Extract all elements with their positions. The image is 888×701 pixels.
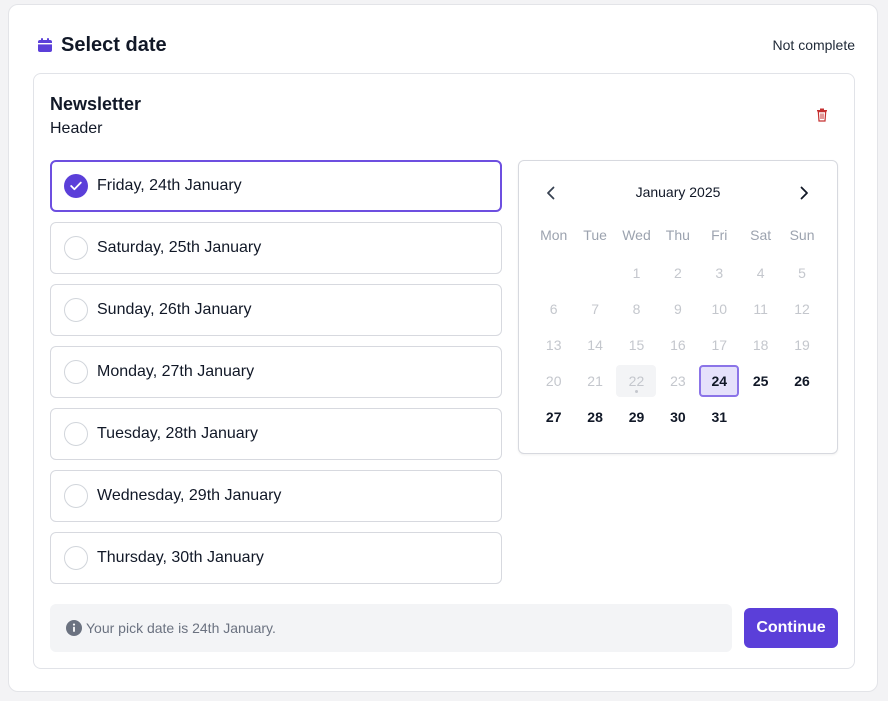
calendar-day: 14: [587, 337, 603, 353]
radio-icon[interactable]: [64, 298, 88, 322]
calendar-week: 20 21 22 23 24 25 26: [533, 365, 823, 401]
calendar-day: 15: [628, 337, 645, 353]
calendar-day: 8: [632, 301, 641, 317]
newsletter-card: Newsletter Header Friday, 24th January S…: [33, 73, 855, 669]
calendar-day: 23: [670, 373, 686, 389]
date-option[interactable]: Saturday, 25th January: [50, 222, 502, 274]
weekday-label: Wed: [622, 227, 651, 243]
select-date-panel: Select date Not complete Newsletter Head…: [8, 4, 878, 692]
calendar-grid: 1 2 3 4 5 6 7 8 9 10 11 12 13 14 15 16 17 18 19 20 21 22 23 24 2…: [533, 257, 823, 437]
section-subtitle: Header: [50, 120, 103, 137]
section-title: Newsletter: [50, 94, 142, 114]
date-option[interactable]: Sunday, 26th January: [50, 284, 502, 336]
info-text: Your pick date is 24th January.: [86, 620, 276, 636]
date-option[interactable]: Friday, 24th January: [50, 160, 502, 212]
weekday-label: Tue: [583, 227, 607, 243]
calendar-day: 10: [711, 301, 728, 317]
calendar-day-selected[interactable]: 24: [699, 365, 740, 397]
info-icon: [66, 620, 82, 636]
continue-button[interactable]: Continue: [744, 608, 838, 648]
calendar-day: 16: [670, 337, 686, 353]
calendar-day: 11: [753, 301, 768, 317]
calendar-day: 18: [752, 337, 769, 353]
calendar-day: 20: [545, 373, 562, 389]
calendar-day: 4: [756, 265, 765, 281]
calendar-day: 7: [591, 301, 599, 317]
panel-header: Select date Not complete: [37, 31, 855, 59]
calendar-day[interactable]: 28: [574, 401, 615, 433]
date-option[interactable]: Monday, 27th January: [50, 346, 502, 398]
calendar-day: 12: [794, 301, 810, 317]
weekday-label: Mon: [540, 227, 568, 243]
trash-icon[interactable]: [816, 108, 828, 122]
radio-icon[interactable]: [64, 360, 88, 384]
date-option-label: Tuesday, 28th January: [97, 425, 258, 442]
calendar-week: 6 7 8 9 10 11 12: [533, 293, 823, 329]
calendar-day[interactable]: 26: [781, 365, 822, 397]
calendar-empty-cell: [781, 401, 822, 433]
calendar-header: January 2025: [519, 179, 837, 207]
calendar-day: 2: [673, 265, 682, 281]
calendar-day: 3: [715, 265, 724, 281]
calendar-day[interactable]: 27: [533, 401, 574, 433]
calendar-day: 19: [794, 337, 810, 353]
date-option-label: Wednesday, 29th January: [97, 487, 282, 504]
calendar-week: 27 28 29 30 31: [533, 401, 823, 437]
weekday-label: Fri: [711, 227, 728, 243]
calendar-day[interactable]: 25: [740, 365, 781, 397]
radio-icon[interactable]: [64, 422, 88, 446]
weekday-label: Thu: [665, 227, 690, 243]
calendar-weekdays: Mon Tue Wed Thu Fri Sat Sun: [533, 227, 823, 243]
date-option-label: Saturday, 25th January: [97, 239, 262, 256]
date-option[interactable]: Tuesday, 28th January: [50, 408, 502, 460]
weekday-label: Sat: [750, 227, 772, 243]
calendar-month-label: January 2025: [635, 184, 721, 200]
calendar-week: 1 2 3 4 5: [533, 257, 823, 293]
calendar-day: 9: [673, 301, 682, 317]
radio-icon[interactable]: [64, 484, 88, 508]
date-option-label: Friday, 24th January: [97, 177, 242, 194]
date-option-label: Monday, 27th January: [97, 363, 255, 380]
calendar-day: 21: [587, 373, 603, 389]
calendar-empty-cell: [533, 257, 574, 289]
weekday-label: Sun: [789, 227, 815, 243]
info-banner: Your pick date is 24th January.: [50, 604, 732, 652]
calendar-week: 13 14 15 16 17 18 19: [533, 329, 823, 365]
calendar-day: 17: [711, 337, 728, 353]
date-option-label: Sunday, 26th January: [97, 301, 252, 318]
date-option-label: Thursday, 30th January: [97, 549, 264, 566]
calendar-day[interactable]: 29: [616, 401, 657, 433]
calendar-day-today: 22: [616, 365, 657, 397]
chevron-right-icon[interactable]: [792, 181, 816, 205]
calendar-day[interactable]: 30: [657, 401, 698, 433]
date-options-list: Friday, 24th January Saturday, 25th Janu…: [50, 160, 502, 594]
radio-icon[interactable]: [64, 236, 88, 260]
calendar-day: 13: [545, 337, 562, 353]
calendar-day[interactable]: 31: [699, 401, 740, 433]
calendar-empty-cell: [574, 257, 615, 289]
radio-checked-icon[interactable]: [64, 174, 88, 198]
calendar-day: 5: [798, 265, 806, 281]
calendar-empty-cell: [740, 401, 781, 433]
page-title: Select date: [61, 33, 167, 56]
calendar-day: 1: [632, 265, 641, 281]
calendar-day: 6: [549, 301, 558, 317]
date-option[interactable]: Thursday, 30th January: [50, 532, 502, 584]
calendar-icon: [37, 37, 53, 53]
calendar-widget: January 2025 Mon Tue Wed Thu Fri Sat Sun…: [518, 160, 838, 454]
status-label: Not complete: [772, 37, 855, 53]
date-option[interactable]: Wednesday, 29th January: [50, 470, 502, 522]
radio-icon[interactable]: [64, 546, 88, 570]
